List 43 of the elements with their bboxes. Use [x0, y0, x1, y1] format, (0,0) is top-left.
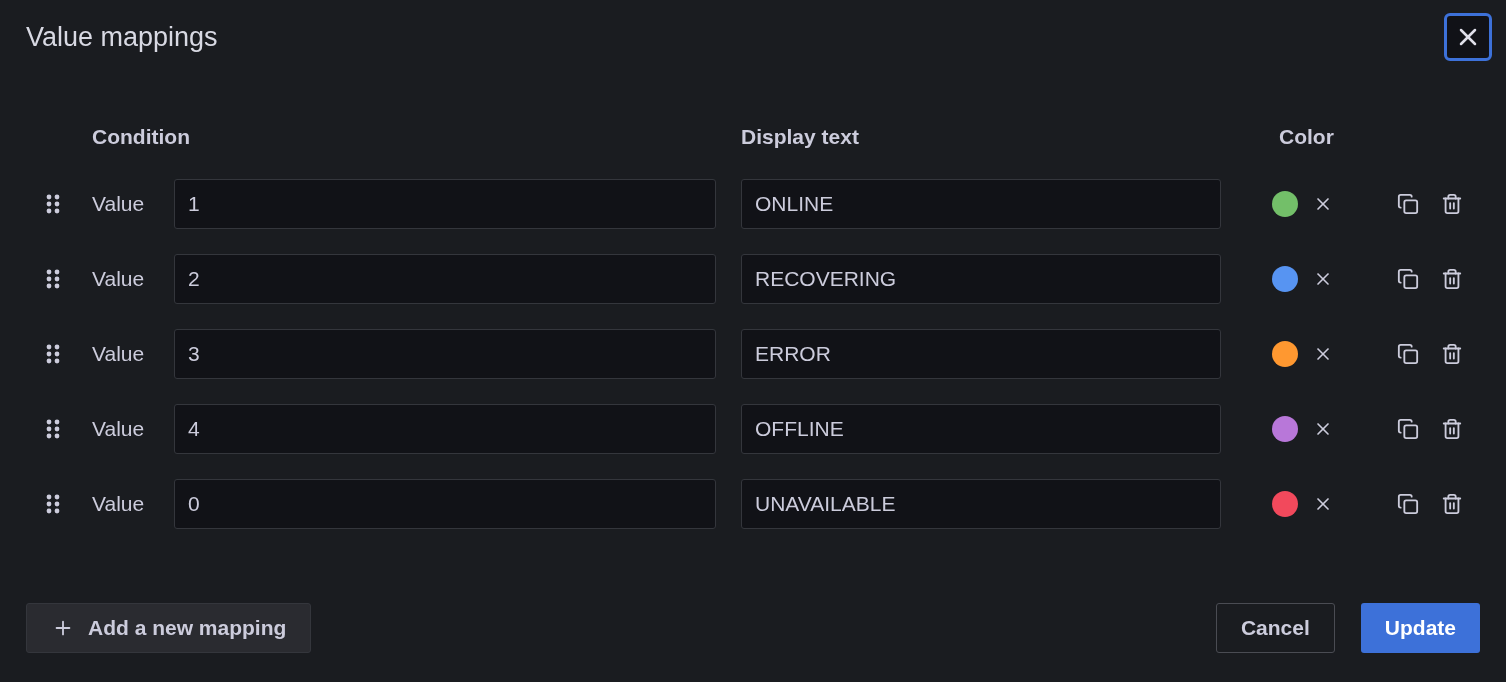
drag-handle-icon[interactable] — [45, 418, 61, 439]
copy-button[interactable] — [1397, 492, 1419, 515]
drag-handle-icon[interactable] — [45, 343, 61, 364]
delete-button[interactable] — [1441, 417, 1463, 440]
display-text-input[interactable]: OFFLINE — [741, 403, 1221, 454]
value-input[interactable]: 1 — [174, 178, 716, 229]
delete-button[interactable] — [1441, 492, 1463, 515]
condition-label: Value — [92, 191, 146, 216]
cancel-button[interactable]: Cancel — [1215, 603, 1335, 653]
condition-label: Value — [92, 266, 146, 291]
column-header: Display text — [741, 125, 860, 149]
display-text-input[interactable]: UNAVAILABLE — [741, 478, 1221, 529]
column-header: Condition — [92, 125, 191, 149]
display-text-input[interactable]: ONLINE — [741, 178, 1221, 229]
color-swatch[interactable] — [1272, 490, 1298, 517]
delete-button[interactable] — [1441, 267, 1463, 290]
condition-label: Value — [92, 491, 146, 516]
value-input[interactable]: 3 — [174, 328, 716, 379]
column-header: Color — [1278, 125, 1335, 149]
delete-button[interactable] — [1441, 192, 1463, 215]
drag-handle-icon[interactable] — [45, 193, 61, 214]
copy-button[interactable] — [1397, 342, 1419, 365]
display-text-input[interactable]: RECOVERING — [741, 253, 1221, 304]
drag-handle-icon[interactable] — [45, 268, 61, 289]
dialog-title: Value mappings — [26, 21, 218, 53]
display-text-input[interactable]: ERROR — [741, 328, 1221, 379]
color-swatch[interactable] — [1272, 265, 1298, 292]
value-input[interactable]: 4 — [174, 403, 716, 454]
delete-button[interactable] — [1441, 342, 1463, 365]
condition-label: Value — [92, 341, 146, 366]
color-swatch[interactable] — [1272, 415, 1298, 442]
drag-handle-icon[interactable] — [45, 493, 61, 514]
color-swatch[interactable] — [1272, 190, 1298, 217]
close-button[interactable] — [1444, 13, 1492, 61]
color-swatch[interactable] — [1272, 340, 1298, 367]
copy-button[interactable] — [1397, 417, 1419, 440]
copy-button[interactable] — [1397, 192, 1419, 215]
update-button[interactable]: Update — [1360, 603, 1480, 653]
condition-label: Value — [92, 416, 146, 441]
add-mapping-button[interactable]: Add a new mapping — [26, 603, 312, 653]
value-input[interactable]: 0 — [174, 478, 716, 529]
value-input[interactable]: 2 — [174, 253, 716, 304]
copy-button[interactable] — [1397, 267, 1419, 290]
